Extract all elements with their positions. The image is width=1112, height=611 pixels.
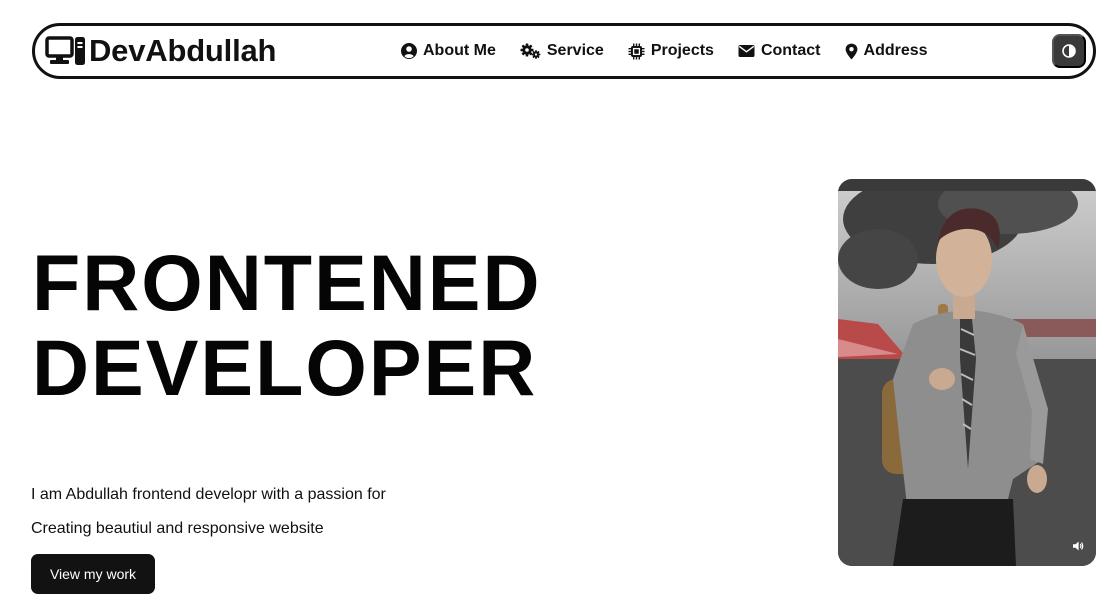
volume-toggle-button[interactable]: [1070, 538, 1086, 554]
contrast-icon: [1062, 44, 1076, 58]
brand-name: DevAbdullah: [89, 33, 277, 68]
nav-item-contact[interactable]: Contact: [738, 42, 821, 60]
hero-description-line-1: I am Abdullah frontend developr with a p…: [31, 486, 386, 503]
user-circle-icon: [401, 43, 417, 59]
envelope-icon: [738, 45, 755, 57]
map-pin-icon: [845, 43, 857, 59]
nav-item-label: Contact: [760, 42, 821, 59]
portrait-photo: [838, 179, 1096, 566]
hero-title-line-2: DEVELOPER: [32, 323, 538, 412]
nav-menu: About Me Service Projects Contact Addres…: [401, 40, 928, 62]
nav-item-address[interactable]: Address: [845, 42, 928, 60]
hero-description: I am Abdullah frontend developr with a p…: [31, 485, 386, 553]
view-my-work-button[interactable]: View my work: [31, 554, 155, 594]
nav-item-label: Projects: [650, 42, 714, 59]
desktop-computer-icon: [45, 36, 85, 65]
gears-icon: [520, 43, 541, 59]
hero-description-line-2: Creating beautiul and responsive website: [31, 520, 324, 537]
nav-item-label: Address: [863, 42, 928, 59]
nav-item-label: About Me: [423, 42, 496, 59]
hero-title: FRONTENED DEVELOPER: [32, 240, 542, 410]
hero-title-line-1: FRONTENED: [32, 238, 542, 327]
navbar: DevAbdullah About Me Service Projects Co…: [32, 23, 1096, 79]
volume-icon: [1073, 541, 1084, 551]
nav-item-label: Service: [546, 42, 604, 59]
brand[interactable]: DevAbdullah: [45, 33, 277, 68]
nav-item-projects[interactable]: Projects: [628, 42, 714, 60]
nav-item-about-me[interactable]: About Me: [401, 42, 496, 60]
theme-toggle-button[interactable]: [1052, 34, 1086, 68]
microchip-icon: [628, 43, 645, 59]
portrait-video[interactable]: [838, 179, 1096, 566]
nav-item-service[interactable]: Service: [520, 42, 604, 60]
